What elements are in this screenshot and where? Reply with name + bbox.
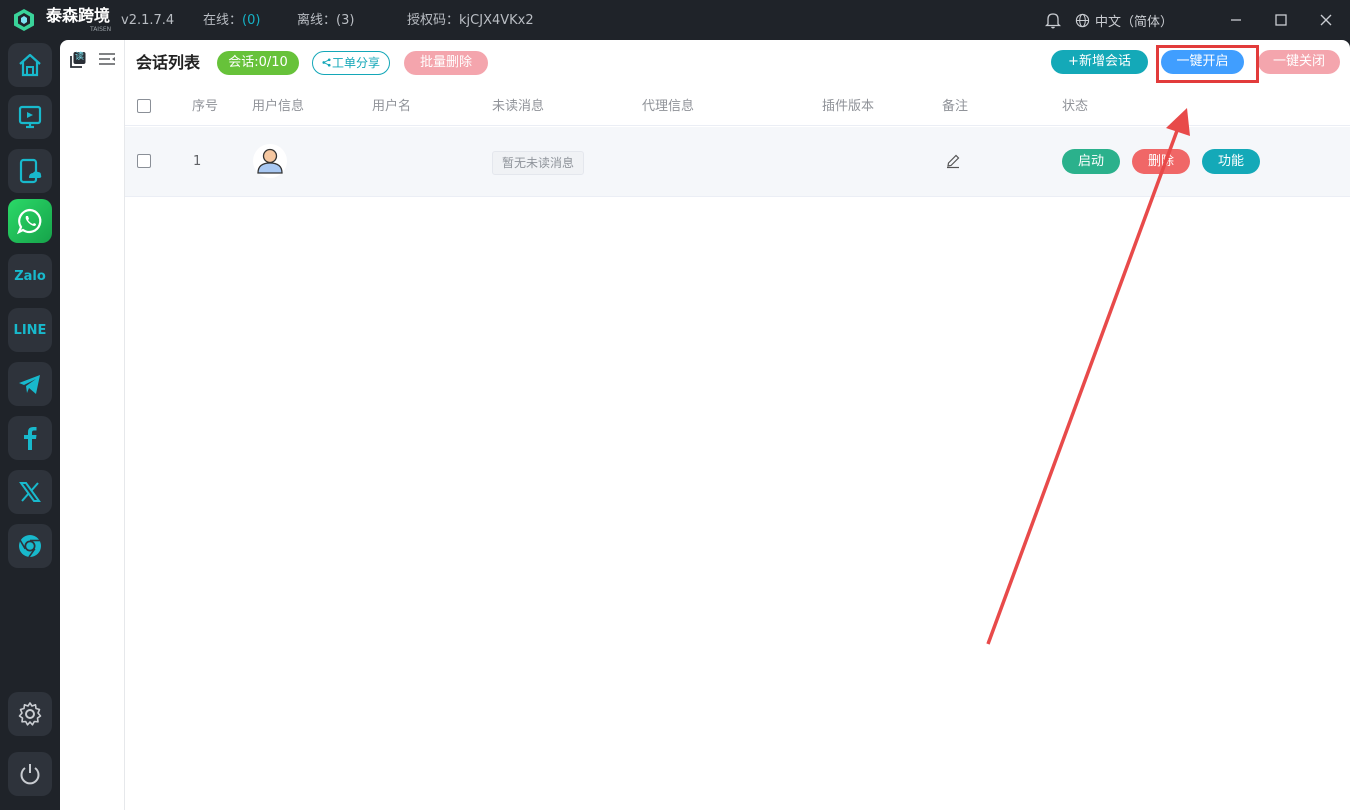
annotation-highlight-box [1156,45,1259,83]
column-header-username: 用户名 [372,99,412,114]
session-list-content: 会话列表 会话:0/10 工单分享 批量删除 +新增会话 一键开启 一键关闭 序… [125,40,1350,810]
delete-button[interactable]: 删除 [1132,149,1190,174]
menu-collapse-icon[interactable] [98,52,116,66]
column-header-status: 状态 [1062,99,1089,114]
version-label: v2.1.7.4 [121,13,175,28]
maximize-icon[interactable] [1271,10,1291,30]
avatar [253,144,287,178]
telegram-icon [19,375,40,394]
monitor-icon [18,105,42,129]
rail-line[interactable]: LINE [8,308,52,352]
function-button[interactable]: 功能 [1202,149,1260,174]
chrome-icon [19,535,41,558]
row-index: 1 [193,154,202,169]
bell-icon[interactable] [1045,11,1061,29]
rail-home[interactable] [8,43,52,87]
online-label: 在线： [203,13,243,28]
edit-remark-icon[interactable] [945,153,961,169]
offline-count: (3) [336,13,355,28]
offline-label: 离线： [297,13,337,28]
session-count-badge: 会话:0/10 [217,51,299,75]
license-info: 授权码：kjCJX4VKx2 [407,12,534,30]
language-selector[interactable]: 中文（简体） [1075,11,1174,30]
cloud-phone-icon [19,158,42,184]
unread-tag: 暂无未读消息 [492,151,585,175]
share-label: 工单分享 [331,56,380,70]
online-count: (0) [242,13,261,28]
brand-subtitle: TAISEN [90,26,112,33]
column-header-unread: 未读消息 [492,99,545,114]
app-logo-icon [14,9,34,31]
title-bar: 泰森跨境 TAISEN v2.1.7.4 在线：(0) 离线：(3) 授权码：k… [0,0,1350,40]
table-row: 1 暂无未读消息 启动 删除 功能 [125,127,1350,197]
whatsapp-icon [16,208,42,235]
new-session-button[interactable]: +新增会话 [1051,50,1148,74]
settings-icon [18,702,42,726]
rail-settings[interactable] [8,692,52,736]
column-header-proxy: 代理信息 [642,99,695,114]
rail-whatsapp[interactable] [8,199,52,243]
rail-facebook[interactable] [8,416,52,460]
close-all-button[interactable]: 一键关闭 [1258,50,1340,74]
rail-x[interactable] [8,470,52,514]
read-mode-toggle[interactable]: 读 [68,50,88,70]
license-code: kjCJX4VKx2 [459,13,534,28]
power-icon [20,764,40,785]
rail-cloud-phone[interactable] [8,149,52,193]
column-header-plugin-version: 插件版本 [822,99,875,114]
rail-zalo[interactable]: Zalo [8,254,52,298]
rail-telegram[interactable] [8,362,52,406]
minimize-icon[interactable] [1226,10,1246,30]
line-label: LINE [13,322,47,338]
rail-chrome[interactable] [8,524,52,568]
read-badge-label: 读 [74,52,84,62]
license-label: 授权码： [407,13,460,28]
rail-power[interactable] [8,752,52,796]
user-avatar-icon [257,148,283,174]
batch-delete-button[interactable]: 批量删除 [404,51,488,75]
x-icon [19,482,41,502]
share-icon [322,52,332,74]
offline-status: 离线：(3) [297,12,354,30]
language-label: 中文（简体） [1095,14,1174,30]
column-header-remark: 备注 [942,99,969,114]
close-window-icon[interactable] [1316,10,1336,30]
column-header-user-info: 用户信息 [252,99,305,114]
table-header: 序号 用户信息 用户名 未读消息 代理信息 插件版本 备注 状态 [125,88,1350,126]
rail-monitor[interactable] [8,95,52,139]
main-panel: 读 会话列表 会话:0/10 工单分享 批量删除 +新增会话 一键开启 一键关闭… [60,40,1350,810]
brand-name: 泰森跨境 [46,6,111,25]
globe-icon [1075,13,1090,27]
home-icon [19,53,41,77]
zalo-label: Zalo [14,268,46,284]
online-status: 在线：(0) [203,12,260,30]
facebook-icon [24,427,37,450]
share-ticket-button[interactable]: 工单分享 [312,51,390,75]
start-button[interactable]: 启动 [1062,149,1120,174]
column-header-index: 序号 [192,99,219,114]
select-all-checkbox[interactable] [137,99,151,113]
page-title: 会话列表 [136,53,201,72]
row-checkbox[interactable] [137,154,151,168]
secondary-rail: 读 [60,40,125,810]
